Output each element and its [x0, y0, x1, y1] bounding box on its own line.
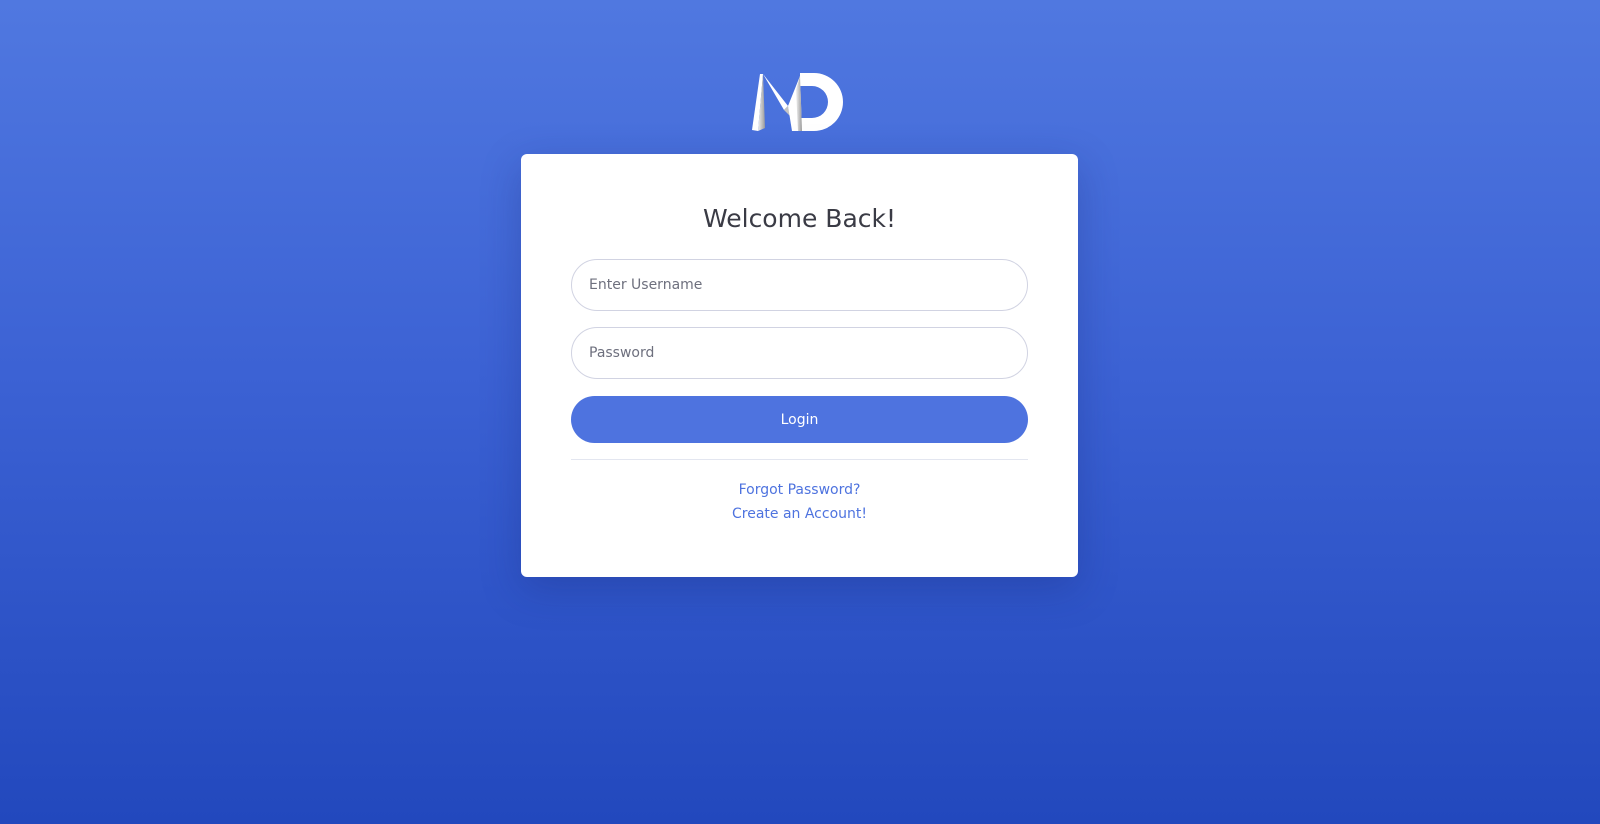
password-input[interactable] — [571, 327, 1028, 379]
md-logo-icon — [750, 70, 850, 134]
forgot-password-link[interactable]: Forgot Password? — [521, 481, 1078, 499]
login-card: Welcome Back! Login Forgot Password? Cre… — [521, 154, 1078, 577]
create-account-link[interactable]: Create an Account! — [521, 505, 1078, 523]
login-button[interactable]: Login — [571, 396, 1028, 443]
divider — [571, 459, 1028, 460]
username-input[interactable] — [571, 259, 1028, 311]
page-title: Welcome Back! — [702, 204, 897, 233]
